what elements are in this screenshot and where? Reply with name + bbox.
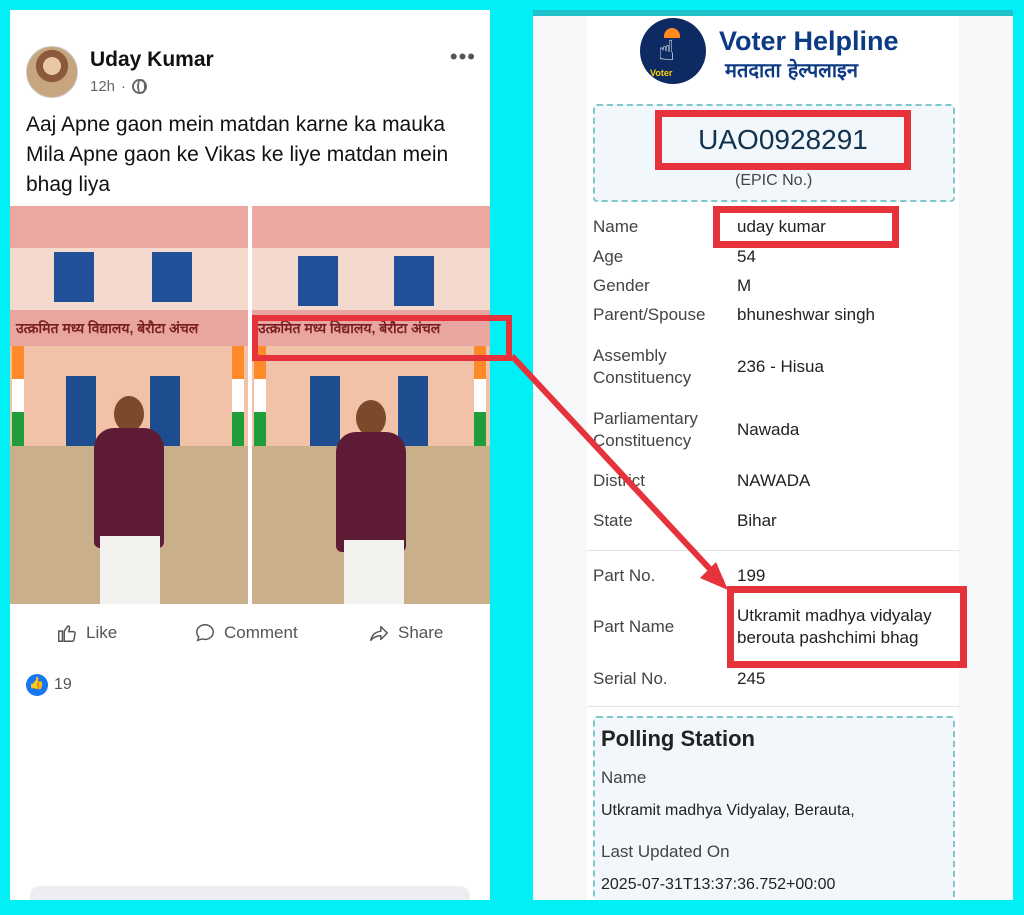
voter-helpline-screen: ☝ Voter Voter Helpline मतदाता हेल्पलाइन … <box>533 10 1013 900</box>
field-label-part-name: Part Name <box>593 617 675 636</box>
author-name[interactable]: Uday Kumar <box>90 48 214 72</box>
field-label-state: State <box>593 511 633 530</box>
field-value-assembly: 236 - Hisua <box>737 357 824 376</box>
field-label-parent: Parent/Spouse <box>593 305 706 324</box>
field-label-gender: Gender <box>593 276 650 295</box>
field-value-parent: bhuneshwar singh <box>737 305 875 324</box>
meta-separator: · <box>121 78 127 95</box>
comment-bar[interactable] <box>30 886 470 900</box>
app-subtitle: मतदाता हेल्पलाइन <box>725 58 858 82</box>
like-reaction-icon[interactable] <box>26 674 48 696</box>
thumbs-up-icon <box>58 625 76 642</box>
epic-label: (EPIC No.) <box>735 172 813 189</box>
social-post: Uday Kumar 12h · ••• Aaj Apne gaon mein … <box>10 10 490 900</box>
field-label-assembly: Assembly Constituency <box>593 346 692 387</box>
post-meta: 12h · <box>90 78 148 95</box>
post-time[interactable]: 12h <box>90 78 115 95</box>
banner-highlight-box <box>252 315 512 361</box>
app-title: Voter Helpline <box>719 26 899 56</box>
epic-box: UAO0928291 (EPIC No.) <box>593 104 955 202</box>
field-value-age: 54 <box>737 247 756 266</box>
divider <box>587 706 959 707</box>
last-updated-value: 2025-07-31T13:37:36.752+00:00 <box>601 876 836 893</box>
globe-icon <box>132 79 148 94</box>
post-actions: Like Comment Share <box>10 622 490 658</box>
like-label: Like <box>86 623 118 642</box>
polling-station-box: Polling Station Name Utkramit madhya Vid… <box>593 716 955 900</box>
post-photo-1[interactable]: उत्क्रमित मध्य विद्यालय, बेरौटा अंचल <box>10 206 248 604</box>
field-value-district: NAWADA <box>737 471 811 490</box>
field-value-gender: M <box>737 276 752 295</box>
last-updated-label: Last Updated On <box>601 842 730 861</box>
field-value-state: Bihar <box>737 511 777 530</box>
field-label-age: Age <box>593 247 624 266</box>
polling-station-name-value: Utkramit madhya Vidyalay, Berauta, <box>601 802 855 819</box>
like-button[interactable]: Like <box>56 622 117 644</box>
field-label-serial-no: Serial No. <box>593 669 668 688</box>
comment-label: Comment <box>224 623 298 642</box>
polling-station-name-label: Name <box>601 768 647 787</box>
post-text: Aaj Apne gaon mein matdan karne ka mauka… <box>26 113 449 196</box>
reaction-count[interactable]: 19 <box>54 676 72 694</box>
field-value-parliamentary: Nawada <box>737 420 800 439</box>
field-value-part-no: 199 <box>737 566 766 585</box>
post-photo-2[interactable]: उत्क्रमित मध्य विद्यालय, बेरौटा अंचल <box>252 206 490 604</box>
share-label: Share <box>398 623 444 642</box>
comment-button[interactable]: Comment <box>194 622 298 644</box>
field-label-part-no: Part No. <box>593 566 656 585</box>
share-icon <box>370 625 388 642</box>
hand-pointer-icon: ☝ <box>658 34 676 67</box>
field-value-serial-no: 245 <box>737 669 766 688</box>
voter-helpline-logo: ☝ Voter <box>640 18 706 84</box>
epic-number: UAO0928291 <box>655 110 911 170</box>
author-avatar[interactable] <box>26 46 78 98</box>
comment-icon <box>196 624 214 642</box>
part-name-highlight-box <box>727 586 967 668</box>
name-highlight-box <box>713 206 899 248</box>
field-label-district: District <box>593 471 645 490</box>
more-options-icon[interactable]: ••• <box>450 44 476 70</box>
field-label-parliamentary: Parliamentary Constituency <box>593 409 698 450</box>
divider <box>587 550 959 551</box>
polling-station-title: Polling Station <box>601 726 755 751</box>
school-banner: उत्क्रमित मध्य विद्यालय, बेरौटा अंचल <box>10 310 248 346</box>
voter-card: ☝ Voter Voter Helpline मतदाता हेल्पलाइन … <box>587 16 967 900</box>
share-button[interactable]: Share <box>368 622 443 644</box>
logo-text: Voter <box>650 68 673 78</box>
field-label-name: Name <box>593 217 639 236</box>
